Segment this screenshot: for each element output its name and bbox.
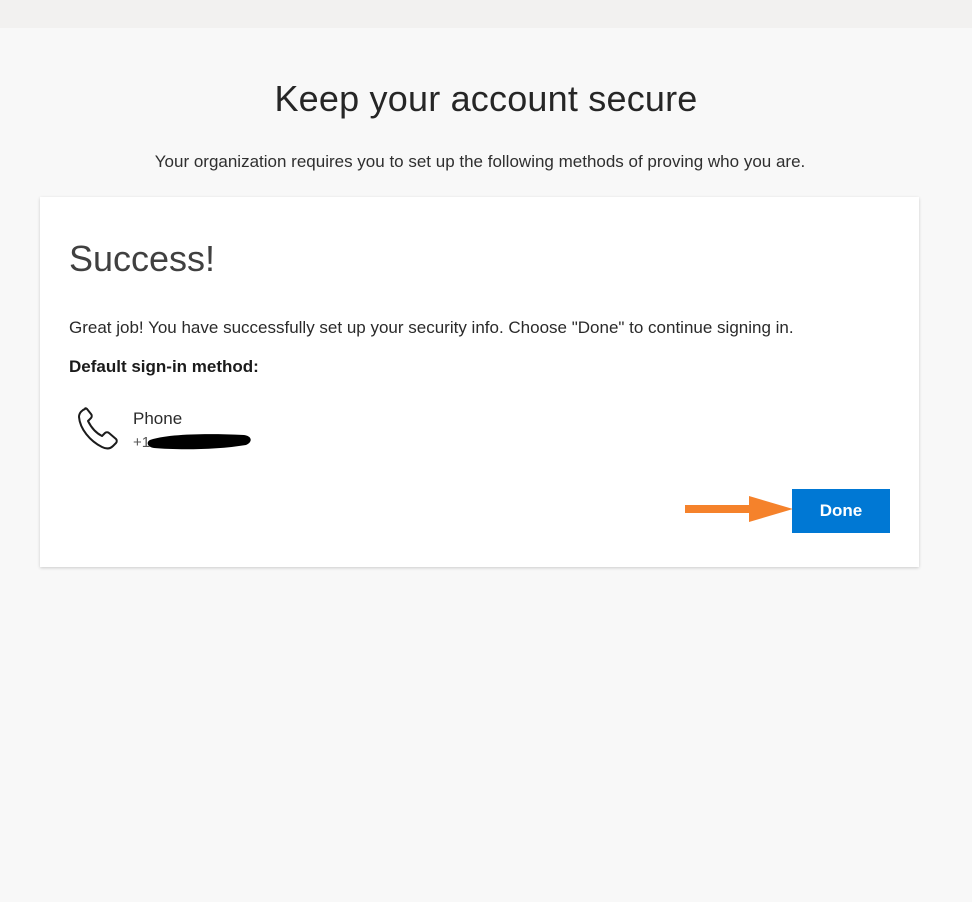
page-title: Keep your account secure: [274, 78, 698, 119]
top-bar: [0, 0, 972, 28]
annotation-arrow-icon: [685, 493, 795, 527]
done-button[interactable]: Done: [792, 489, 890, 533]
phone-icon: [76, 404, 120, 454]
success-card: Success! Great job! You have successfull…: [40, 197, 919, 567]
page-subtitle: Your organization requires you to set up…: [154, 152, 806, 171]
success-title: Success!: [69, 238, 216, 279]
default-method-label: Default sign-in method:: [69, 357, 259, 376]
method-name: Phone: [133, 409, 183, 428]
redaction-mark: [146, 432, 254, 451]
sign-in-method-phone: Phone +1: [76, 402, 336, 462]
success-message: Great job! You have successfully set up …: [69, 318, 794, 337]
